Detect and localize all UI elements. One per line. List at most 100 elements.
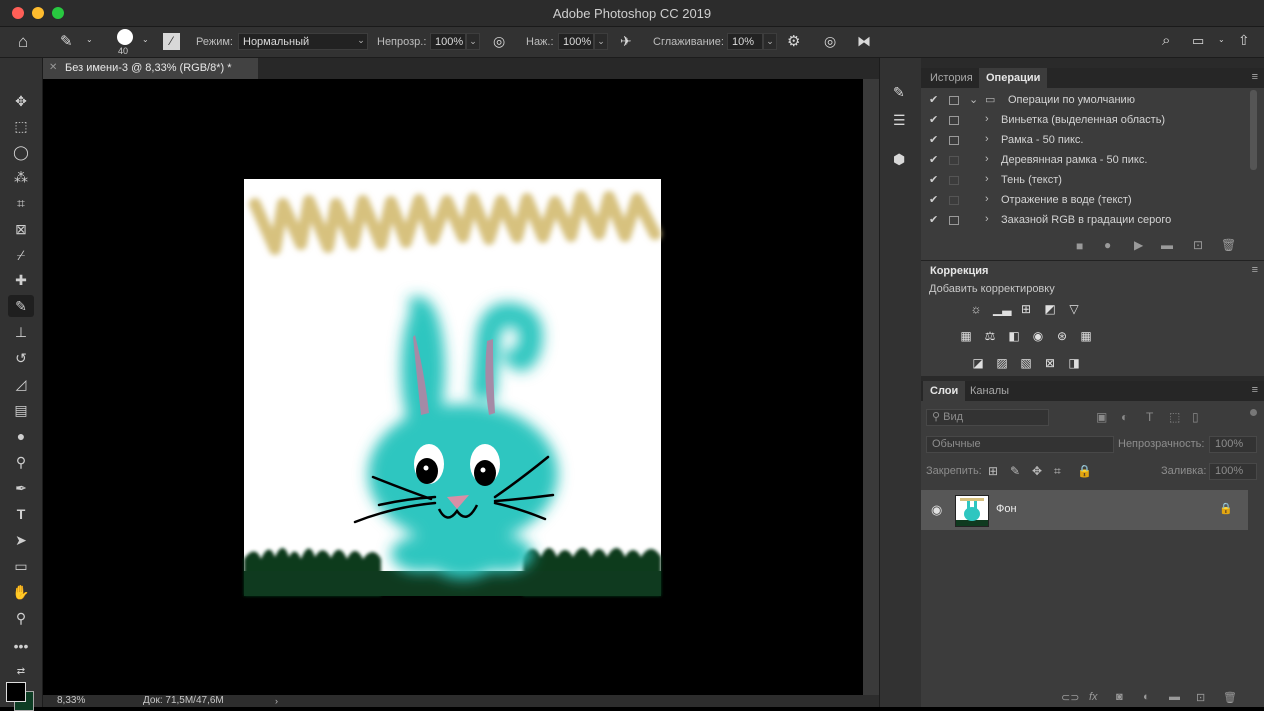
smoothing-input[interactable]: 10% [727, 33, 763, 50]
more-tools-icon[interactable]: ••• [8, 635, 34, 657]
gear-icon[interactable]: ⚙ [787, 32, 800, 50]
add-mask-icon[interactable]: ◙ [1116, 691, 1123, 703]
check-icon[interactable]: ✔ [929, 93, 938, 106]
path-select-tool-icon[interactable]: ➤ [8, 529, 34, 551]
color-balance-icon[interactable]: ⚖ [982, 329, 998, 343]
chevron-right-icon[interactable]: › [275, 695, 278, 707]
panel-menu-icon[interactable]: ≡ [1252, 264, 1258, 276]
type-tool-icon[interactable]: T [8, 503, 34, 525]
check-icon[interactable]: ✔ [929, 113, 938, 126]
new-set-folder-icon[interactable]: ▬ [1161, 238, 1173, 252]
pressure-dropdown[interactable]: ⌄ [594, 33, 608, 50]
check-icon[interactable]: ✔ [929, 213, 938, 226]
eyedropper-tool-icon[interactable]: ⌿ [8, 244, 34, 266]
chevron-down-icon[interactable]: ⌄ [142, 35, 149, 44]
zoom-level[interactable]: 8,33% [57, 695, 85, 707]
brightness-icon[interactable]: ☼ [968, 302, 984, 316]
close-tab-icon[interactable]: ✕ [49, 62, 57, 73]
quick-select-tool-icon[interactable]: ⁂ [8, 166, 34, 188]
blend-mode-select[interactable]: Обычные [926, 436, 1114, 453]
artwork-canvas[interactable] [43, 79, 863, 695]
dialog-toggle-icon[interactable] [949, 96, 959, 105]
selective-color-icon[interactable]: ⊠ [1042, 356, 1058, 370]
photo-filter-icon[interactable]: ◉ [1030, 329, 1046, 343]
dialog-toggle-icon[interactable] [949, 136, 959, 145]
action-row[interactable]: ✔ › Отражение в воде (текст) [921, 191, 1248, 211]
lock-position-icon[interactable]: ✥ [1032, 464, 1042, 478]
levels-icon[interactable]: ▁▃ [993, 302, 1011, 316]
symmetry-icon[interactable]: ⧓ [857, 33, 871, 50]
action-row[interactable]: ✔ › Тень (текст) [921, 171, 1248, 191]
opacity-dropdown[interactable]: ⌄ [466, 33, 480, 50]
check-icon[interactable]: ✔ [929, 153, 938, 166]
threshold-icon[interactable]: ▧ [1018, 356, 1034, 370]
play-icon[interactable]: ▶ [1134, 238, 1143, 252]
record-icon[interactable]: ● [1104, 238, 1111, 252]
link-layers-icon[interactable]: ⊂⊃ [1061, 691, 1079, 704]
trash-icon[interactable]: 🗑 [1221, 238, 1236, 252]
color-lookup-icon[interactable]: ▦ [1078, 329, 1094, 343]
marquee-tool-icon[interactable]: ⬚ [8, 115, 34, 137]
layer-name[interactable]: Фон [996, 503, 1017, 515]
brush-size-preview[interactable] [117, 29, 133, 45]
filter-smart-object-icon[interactable]: ▯ [1192, 410, 1199, 424]
new-action-icon[interactable]: ⊡ [1193, 238, 1203, 252]
move-tool-icon[interactable]: ✥ [8, 90, 34, 112]
chevron-down-icon[interactable]: ⌄ [86, 35, 93, 44]
exposure-icon[interactable]: ◩ [1042, 302, 1058, 316]
mode-select[interactable]: Нормальный [238, 33, 368, 50]
panel-menu-icon[interactable]: ≡ [1252, 384, 1258, 396]
check-icon[interactable]: ✔ [929, 133, 938, 146]
rectangle-tool-icon[interactable]: ▭ [8, 555, 34, 577]
posterize-icon[interactable]: ▨ [994, 356, 1010, 370]
trash-icon[interactable]: 🗑 [1223, 691, 1237, 704]
properties-icon[interactable]: ☰ [893, 112, 906, 129]
brush-tool-icon[interactable]: ✎ [8, 295, 34, 317]
lock-all-icon[interactable]: 🔒 [1077, 464, 1092, 478]
lasso-tool-icon[interactable]: ◯ [8, 141, 34, 163]
layer-opacity-input[interactable]: 100% [1209, 436, 1257, 453]
filter-toggle[interactable] [1250, 409, 1257, 416]
fill-input[interactable]: 100% [1209, 463, 1257, 480]
chevron-right-icon[interactable]: › [985, 133, 989, 145]
filter-type-icon[interactable]: T [1146, 410, 1153, 424]
share-icon[interactable]: ⇧ [1238, 32, 1250, 49]
tab-channels[interactable]: Каналы [963, 381, 1016, 401]
panel-menu-icon[interactable]: ≡ [1252, 71, 1258, 83]
pressure-opacity-icon[interactable]: ◎ [493, 33, 505, 50]
zoom-tool-icon[interactable]: ⚲ [8, 607, 34, 629]
frame-tool-icon[interactable]: ⊠ [8, 218, 34, 240]
chevron-right-icon[interactable]: › [985, 193, 989, 205]
foreground-color-swatch[interactable] [6, 682, 26, 702]
smoothing-dropdown[interactable]: ⌄ [763, 33, 777, 50]
fx-icon[interactable]: fx [1089, 691, 1098, 703]
opacity-input[interactable]: 100% [430, 33, 466, 50]
history-brush-tool-icon[interactable]: ↺ [8, 347, 34, 369]
canvas-area[interactable] [43, 79, 863, 695]
chevron-down-icon[interactable]: ⌄ [1218, 35, 1225, 44]
filter-shape-icon[interactable]: ⬚ [1169, 410, 1180, 424]
dialog-toggle-icon[interactable] [949, 176, 959, 185]
hue-saturation-icon[interactable]: ▦ [958, 329, 974, 343]
filter-pixel-icon[interactable]: ▣ [1096, 410, 1107, 424]
lock-pixels-icon[interactable]: ✎ [1010, 464, 1020, 478]
action-set-row[interactable]: ✔ ⌄ ▭ Операции по умолчанию [921, 91, 1248, 111]
home-icon[interactable]: ⌂ [18, 32, 28, 52]
chevron-down-icon[interactable]: ⌄ [969, 93, 978, 106]
chevron-right-icon[interactable]: › [985, 173, 989, 185]
tab-history[interactable]: История [923, 68, 980, 88]
layer-filter-select[interactable]: ⚲ Вид [926, 409, 1049, 426]
pressure-size-icon[interactable]: ◎ [824, 33, 836, 50]
chevron-right-icon[interactable]: › [985, 153, 989, 165]
pen-tool-icon[interactable]: ✒ [8, 477, 34, 499]
stop-icon[interactable]: ■ [1076, 239, 1083, 253]
dialog-toggle-icon[interactable] [949, 216, 959, 225]
healing-brush-tool-icon[interactable]: ✚ [8, 269, 34, 291]
adjustments-title[interactable]: Коррекция [923, 261, 995, 281]
search-icon[interactable]: ⌕ [1162, 32, 1170, 49]
3d-panel-icon[interactable]: ⬢ [893, 151, 905, 168]
hand-tool-icon[interactable]: ✋ [8, 581, 34, 603]
pressure-input[interactable]: 100% [558, 33, 594, 50]
new-adjustment-icon[interactable]: ◐ [1143, 691, 1150, 703]
action-row[interactable]: ✔ › Рамка - 50 пикс. [921, 131, 1248, 151]
